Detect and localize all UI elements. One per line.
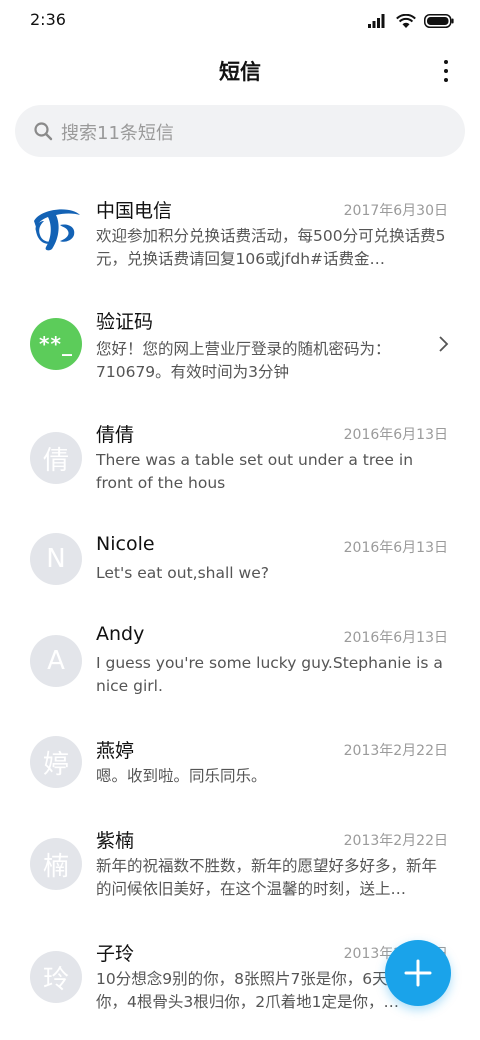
avatar: A [30, 635, 82, 687]
search-placeholder: 搜索11条短信 [61, 123, 174, 144]
conversation-name: 验证码 [96, 311, 154, 333]
conversation-name: Nicole [96, 533, 155, 555]
conversation-name: 倩倩 [96, 424, 135, 446]
conversation-preview: 嗯。收到啦。同乐同乐。 [96, 767, 267, 785]
conversation-name: 紫楠 [96, 830, 135, 852]
conversation-item[interactable]: **_ 验证码 您好！您的网上营业厅登录的随机密码为：710679。有效时间为3… [0, 291, 480, 391]
conversation-date: 2017年6月30日 [343, 203, 448, 219]
avatar: 玲 [30, 951, 82, 1003]
conversation-item[interactable]: 中国电信 2017年6月30日 欢迎参加积分兑换话费活动，每500分可兑换话费5… [0, 178, 480, 278]
avatar: 倩 [30, 432, 82, 484]
conversation-preview: I guess you're some lucky guy.Stephanie … [96, 654, 443, 695]
avatar: N [30, 533, 82, 585]
more-dot [444, 78, 448, 82]
conversation-item[interactable]: N Nicole 2016年6月13日 Let's eat out,shall … [0, 517, 480, 617]
avatar [30, 203, 82, 255]
conversation-date: 2013年2月22日 [343, 743, 448, 759]
status-bar: 2:36 [0, 0, 480, 40]
more-dot [444, 60, 448, 64]
conversation-date: 2016年6月13日 [343, 540, 448, 556]
chevron-right-icon[interactable] [436, 335, 450, 353]
more-dot [444, 69, 448, 73]
conversation-preview: 您好！您的网上营业厅登录的随机密码为：710679。有效时间为3分钟 [96, 340, 391, 381]
conversation-date: 2016年6月13日 [343, 630, 448, 646]
avatar: 婷 [30, 736, 82, 788]
conversation-item[interactable]: 楠 紫楠 2013年2月22日 新年的祝福数不胜数，新年的愿望好多好多，新年的问… [0, 810, 480, 910]
avatar: 楠 [30, 838, 82, 890]
conversation-item[interactable]: A Andy 2016年6月13日 I guess you're some lu… [0, 607, 480, 707]
more-options-button[interactable] [436, 56, 456, 86]
conversation-preview: Let's eat out,shall we? [96, 564, 269, 582]
conversation-name: 中国电信 [96, 200, 173, 222]
conversation-item[interactable]: 倩 倩倩 2016年6月13日 There was a table set ou… [0, 404, 480, 504]
conversation-name: 燕婷 [96, 740, 135, 762]
conversation-preview: There was a table set out under a tree i… [96, 451, 414, 492]
status-time: 2:36 [30, 10, 66, 29]
page-title: 短信 [219, 60, 261, 84]
plus-icon [404, 959, 432, 987]
search-icon [34, 122, 53, 141]
conversation-item[interactable]: 婷 燕婷 2013年2月22日 嗯。收到啦。同乐同乐。 [0, 720, 480, 820]
china-telecom-logo-icon [34, 209, 80, 251]
conversation-preview: 新年的祝福数不胜数，新年的愿望好多好多，新年的问候依旧美好，在这个温馨的时刻，送… [96, 857, 438, 898]
wifi-icon [396, 13, 416, 28]
avatar: **_ [30, 318, 82, 370]
header: 短信 [0, 48, 480, 92]
conversation-name: 子玲 [96, 943, 135, 965]
conversation-preview: 欢迎参加积分兑换话费活动，每500分可兑换话费5元，兑换话费请回复106或jfd… [96, 227, 446, 268]
new-message-button[interactable] [385, 940, 451, 1006]
status-icons [368, 12, 454, 30]
battery-icon [424, 14, 454, 28]
signal-icon [368, 14, 385, 28]
search-input[interactable]: 搜索11条短信 [15, 105, 465, 157]
conversation-name: Andy [96, 623, 145, 645]
conversation-date: 2013年2月22日 [343, 833, 448, 849]
conversation-date: 2016年6月13日 [343, 427, 448, 443]
